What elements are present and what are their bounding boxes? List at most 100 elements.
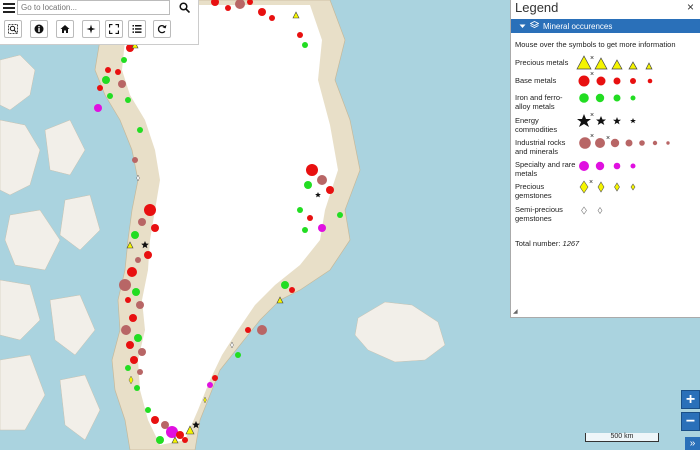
occurrence-marker[interactable] — [176, 431, 184, 439]
occurrence-marker[interactable] — [302, 227, 308, 233]
legend-symbol-industrial-rocks[interactable]: × × — [579, 133, 670, 149]
occurrence-marker[interactable] — [121, 57, 127, 63]
search-button[interactable] — [174, 0, 194, 15]
svg-text:×: × — [606, 135, 610, 142]
occurrence-marker[interactable] — [119, 279, 131, 291]
occurrence-marker[interactable] — [326, 186, 334, 194]
legend-symbol-precious-gemstones[interactable]: × — [579, 179, 636, 194]
occurrence-marker[interactable] — [115, 69, 121, 75]
svg-text:×: × — [590, 112, 594, 119]
occurrence-marker[interactable] — [207, 382, 213, 388]
occurrence-marker[interactable] — [302, 42, 308, 48]
occurrence-marker[interactable] — [304, 181, 312, 189]
legend-symbol-precious-metals[interactable]: × — [576, 55, 653, 70]
occurrence-marker[interactable] — [182, 437, 188, 443]
occurrence-marker[interactable] — [144, 204, 156, 216]
expand-button[interactable]: » — [685, 437, 700, 450]
refresh-icon — [157, 24, 167, 34]
occurrence-marker[interactable] — [125, 97, 131, 103]
occurrence-marker[interactable] — [337, 212, 343, 218]
legend-symbol-iron-ferro-alloy[interactable] — [579, 93, 636, 103]
legend-total-value: 1267 — [562, 239, 580, 248]
occurrence-marker[interactable] — [289, 287, 295, 293]
occurrence-marker[interactable] — [134, 334, 142, 342]
occurrence-marker[interactable] — [317, 175, 327, 185]
occurrence-marker[interactable] — [137, 369, 143, 375]
zoom-extent-button[interactable] — [4, 20, 22, 38]
occurrence-marker[interactable] — [156, 436, 164, 444]
legend-symbol-semi-precious-gemstones[interactable] — [581, 206, 603, 215]
occurrence-marker[interactable] — [132, 157, 138, 163]
tool-row — [0, 20, 198, 40]
svg-text:×: × — [590, 71, 594, 78]
fullscreen-icon — [109, 24, 119, 34]
resize-grip-icon[interactable]: ◢ — [513, 308, 518, 315]
occurrence-marker[interactable] — [212, 375, 218, 381]
navigate-button[interactable] — [82, 20, 100, 38]
occurrence-marker[interactable] — [245, 327, 251, 333]
occurrence-marker[interactable] — [318, 224, 326, 232]
occurrence-marker[interactable] — [297, 207, 303, 213]
occurrence-marker[interactable] — [235, 352, 241, 358]
occurrence-marker[interactable] — [281, 281, 289, 289]
occurrence-marker[interactable] — [138, 218, 146, 226]
occurrence-marker[interactable] — [118, 80, 126, 88]
zoom-out-button[interactable]: − — [681, 412, 700, 431]
occurrence-marker[interactable] — [134, 385, 140, 391]
info-button[interactable] — [30, 20, 48, 38]
occurrence-marker[interactable] — [94, 104, 102, 112]
layer-list-button[interactable] — [128, 20, 146, 38]
legend-panel: Legend × Mineral occurences Mouse over t… — [510, 0, 700, 318]
occurrence-marker[interactable] — [258, 8, 266, 16]
occurrence-marker[interactable] — [130, 356, 138, 364]
menu-icon-bar — [3, 11, 15, 13]
occurrence-marker[interactable] — [121, 325, 131, 335]
occurrence-marker[interactable] — [269, 15, 275, 21]
search-input[interactable] — [17, 0, 170, 15]
occurrence-marker[interactable] — [306, 164, 318, 176]
svg-text:×: × — [590, 133, 594, 140]
occurrence-marker[interactable] — [105, 67, 111, 73]
occurrence-marker[interactable] — [97, 85, 103, 91]
scale-bar: 500 km — [585, 433, 659, 442]
menu-icon-bar — [3, 7, 15, 9]
menu-button[interactable] — [3, 1, 15, 15]
zoom-in-button[interactable]: + — [681, 390, 700, 409]
occurrence-marker[interactable] — [107, 93, 113, 99]
occurrence-marker[interactable] — [257, 325, 267, 335]
occurrence-marker[interactable] — [137, 127, 143, 133]
menu-icon-bar — [3, 3, 15, 5]
occurrence-marker[interactable] — [102, 76, 110, 84]
fullscreen-button[interactable] — [105, 20, 123, 38]
legend-symbol-energy-commodities[interactable]: × — [577, 112, 636, 127]
occurrence-marker[interactable] — [132, 288, 140, 296]
occurrence-marker[interactable] — [297, 32, 303, 38]
legend-symbol-specialty-rare-metals[interactable] — [579, 161, 636, 171]
svg-text:×: × — [590, 55, 594, 62]
zoom-extent-icon — [8, 24, 18, 34]
occurrence-marker[interactable] — [151, 416, 159, 424]
svg-text:×: × — [589, 179, 593, 186]
occurrence-marker[interactable] — [127, 267, 137, 277]
occurrence-marker[interactable] — [131, 231, 139, 239]
map-toolbar — [0, 0, 199, 45]
occurrence-marker[interactable] — [126, 341, 134, 349]
occurrence-marker[interactable] — [125, 297, 131, 303]
occurrence-marker[interactable] — [307, 215, 313, 221]
occurrence-marker[interactable] — [225, 5, 231, 11]
home-icon — [60, 25, 70, 33]
occurrence-marker[interactable] — [136, 301, 144, 309]
occurrence-marker[interactable] — [135, 257, 141, 263]
occurrence-marker[interactable] — [151, 224, 159, 232]
occurrence-marker[interactable] — [144, 251, 152, 259]
legend-symbol-base-metals[interactable]: × — [578, 71, 653, 87]
search-icon — [178, 2, 190, 13]
occurrence-marker[interactable] — [145, 407, 151, 413]
refresh-button[interactable] — [153, 20, 171, 38]
home-button[interactable] — [56, 20, 74, 38]
occurrence-marker[interactable] — [129, 314, 137, 322]
occurrence-marker[interactable] — [138, 348, 146, 356]
legend-total-label: Total number: — [515, 239, 561, 248]
list-icon — [132, 25, 142, 33]
occurrence-marker[interactable] — [125, 365, 131, 371]
